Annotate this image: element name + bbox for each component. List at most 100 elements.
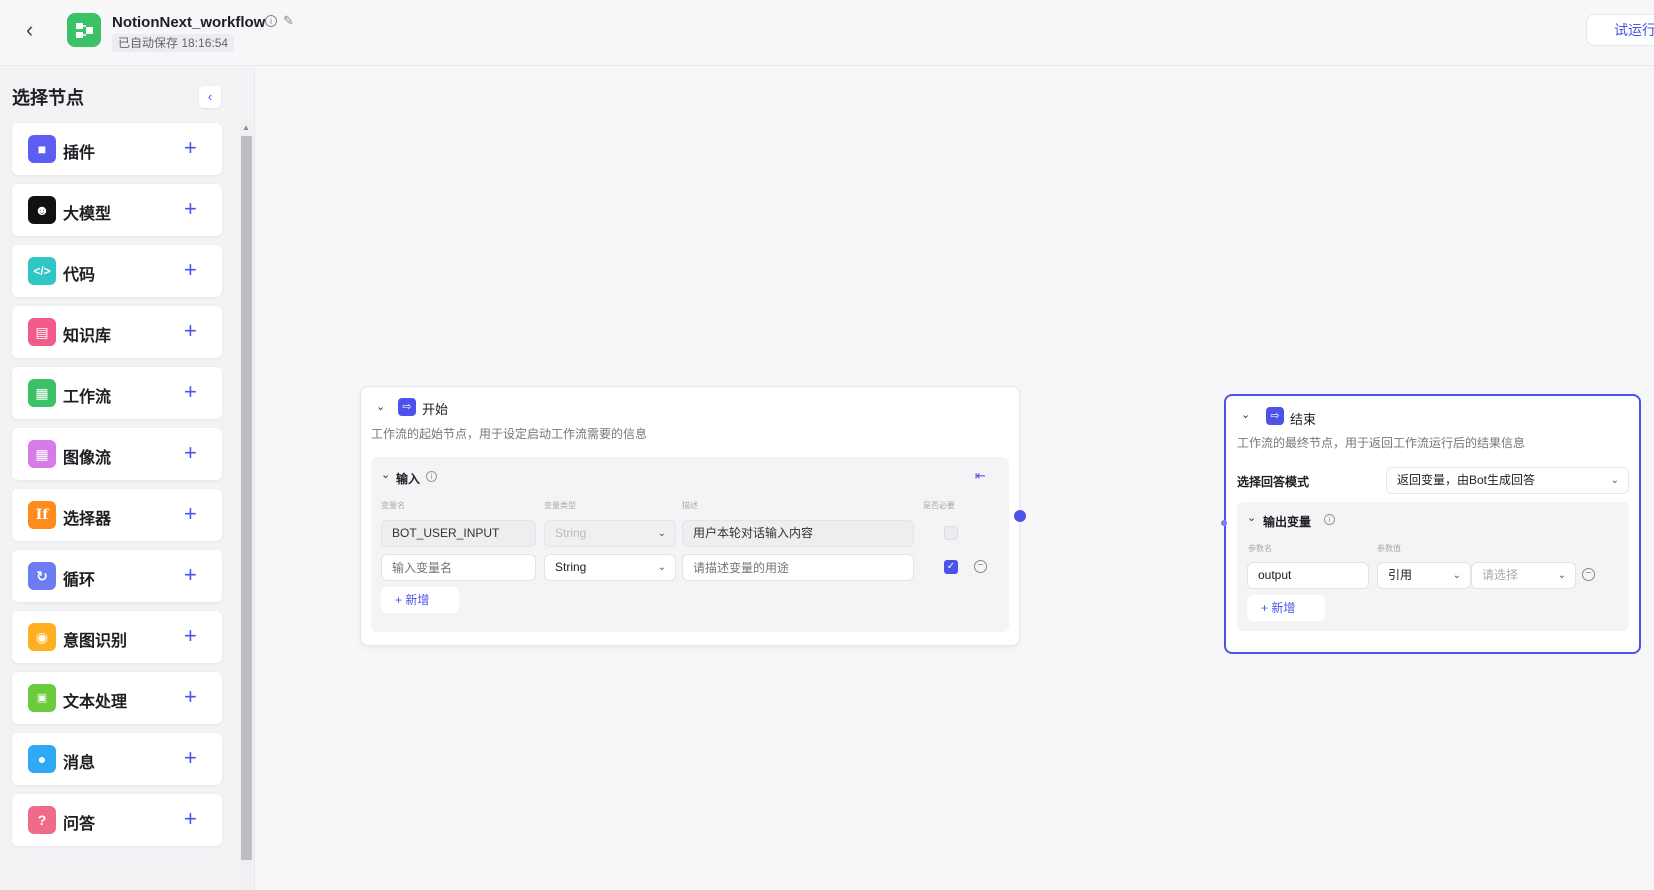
sidebar-item-selector[interactable]: If 选择器 + [12, 489, 222, 541]
variable-description-input[interactable] [682, 554, 914, 581]
sidebar-item-label: 插件 [63, 145, 96, 162]
intent-icon: ◉ [28, 623, 56, 651]
chevron-down-icon[interactable]: ⌄ [381, 468, 390, 481]
section-title: 输出变量 [1263, 515, 1312, 529]
chevron-down-icon: ⌄ [657, 528, 666, 539]
scroll-up-arrow-icon[interactable]: ▲ [242, 123, 250, 132]
sidebar-item-knowledge[interactable]: ▤ 知识库 + [12, 306, 222, 358]
edit-icon[interactable]: ✎ [283, 13, 294, 29]
remove-icon[interactable]: − [1582, 568, 1595, 581]
output-name-field[interactable]: output [1247, 562, 1369, 589]
chevron-down-icon: ⌄ [1610, 475, 1619, 486]
autosave-status: 已自动保存 18:16:54 [112, 34, 235, 52]
test-run-button[interactable]: 试运行 [1586, 14, 1654, 46]
sidebar-item-label: 工作流 [63, 389, 112, 406]
sidebar-item-label: 图像流 [63, 450, 112, 467]
sidebar-item-plugin[interactable]: ■ 插件 + [12, 123, 222, 175]
reference-type-select[interactable]: 引用 ⌄ [1377, 562, 1471, 589]
sidebar-item-label: 选择器 [63, 511, 112, 528]
text-process-icon: ▣ [28, 684, 56, 712]
chevron-down-icon[interactable]: ⌄ [1247, 511, 1256, 524]
sidebar-item-intent[interactable]: ◉ 意图识别 + [12, 611, 222, 663]
chevron-down-icon: ⌄ [1452, 570, 1461, 581]
start-output-port[interactable] [1014, 510, 1026, 522]
remove-icon[interactable]: − [974, 560, 987, 573]
node-selector-sidebar: 选择节点 ‹ ■ 插件 + ☻ 大模型 + </> 代码 + ▤ 知识库 + ▦… [0, 67, 255, 890]
add-icon[interactable]: + [184, 440, 197, 466]
sidebar-item-code[interactable]: </> 代码 + [12, 245, 222, 297]
sidebar-item-qa[interactable]: ? 问答 + [12, 794, 222, 846]
if-icon: If [28, 501, 56, 529]
chevron-down-icon[interactable]: ⌄ [1241, 408, 1250, 421]
select-placeholder: 请选择 [1482, 568, 1519, 582]
add-icon[interactable]: + [184, 562, 197, 588]
add-icon[interactable]: + [184, 501, 197, 527]
scroll-thumb[interactable] [241, 136, 252, 860]
chevron-down-icon[interactable]: ⌄ [376, 400, 385, 413]
add-icon[interactable]: + [184, 684, 197, 710]
variable-type-select[interactable]: String ⌄ [544, 554, 676, 581]
add-icon[interactable]: + [184, 257, 197, 283]
variable-name-input[interactable] [381, 554, 536, 581]
code-icon: </> [28, 257, 56, 285]
add-icon[interactable]: + [184, 318, 197, 344]
sidebar-item-label: 循环 [63, 572, 96, 589]
end-node[interactable]: ⌄ ⇨ 结束 工作流的最终节点，用于返回工作流运行后的结果信息 选择回答模式 返… [1224, 394, 1641, 654]
info-icon[interactable]: i [1324, 514, 1335, 525]
sidebar-item-label: 意图识别 [63, 633, 128, 650]
add-icon[interactable]: + [184, 623, 197, 649]
workflow-icon: ▦ [28, 379, 56, 407]
top-header: ‹ NotionNext_workflow i ✎ 已自动保存 18:16:54… [0, 0, 1654, 66]
add-icon[interactable]: + [184, 135, 197, 161]
add-icon[interactable]: + [184, 196, 197, 222]
answer-mode-select[interactable]: 返回变量，由Bot生成回答 ⌄ [1386, 467, 1629, 494]
add-icon[interactable]: + [184, 806, 197, 832]
sidebar-item-label: 文本处理 [63, 694, 128, 711]
section-title: 输入 [396, 472, 421, 486]
end-input-port[interactable] [1221, 520, 1227, 526]
add-icon[interactable]: + [184, 745, 197, 771]
sidebar-item-workflow[interactable]: ▦ 工作流 + [12, 367, 222, 419]
add-label: 新增 [1271, 601, 1296, 615]
input-section: ⌄ 输入 i ⇤ 变量名 变量类型 描述 是否必要 BOT_USER_INPUT… [371, 457, 1009, 632]
node-description: 工作流的起始节点，用于设定启动工作流需要的信息 [371, 427, 648, 441]
add-variable-button[interactable]: + 新增 [381, 587, 459, 613]
sidebar-item-label: 代码 [63, 267, 96, 284]
variable-type-select: String ⌄ [544, 520, 676, 547]
workflow-title: NotionNext_workflow [112, 14, 266, 31]
info-icon[interactable]: i [265, 15, 277, 27]
chevron-down-icon: ⌄ [1557, 570, 1566, 581]
import-icon[interactable]: ⇤ [975, 468, 986, 484]
variable-description-field: 用户本轮对话输入内容 [682, 520, 914, 547]
sidebar-item-message[interactable]: ● 消息 + [12, 733, 222, 785]
select-value: String [555, 526, 587, 540]
sidebar-item-text-process[interactable]: ▣ 文本处理 + [12, 672, 222, 724]
variable-name-field: BOT_USER_INPUT [381, 520, 536, 547]
add-output-button[interactable]: + 新增 [1247, 595, 1325, 621]
sidebar-item-llm[interactable]: ☻ 大模型 + [12, 184, 222, 236]
loop-icon: ↻ [28, 562, 56, 590]
sidebar-item-imageflow[interactable]: ▦ 图像流 + [12, 428, 222, 480]
sidebar-item-loop[interactable]: ↻ 循环 + [12, 550, 222, 602]
info-icon[interactable]: i [426, 471, 437, 482]
add-icon[interactable]: + [184, 379, 197, 405]
sidebar-item-label: 消息 [63, 755, 96, 772]
select-value: 引用 [1388, 568, 1413, 582]
sidebar-item-label: 知识库 [63, 328, 112, 345]
back-arrow-icon[interactable]: ‹ [26, 19, 48, 41]
node-description: 工作流的最终节点，用于返回工作流运行后的结果信息 [1237, 436, 1526, 450]
end-icon: ⇨ [1266, 407, 1284, 425]
collapse-sidebar-button[interactable]: ‹ [199, 86, 221, 108]
add-label: 新增 [405, 593, 430, 607]
reference-value-select[interactable]: 请选择 ⌄ [1471, 562, 1576, 589]
qa-icon: ? [28, 806, 56, 834]
required-checkbox [944, 526, 958, 540]
start-node[interactable]: ⌄ ⇨ 开始 工作流的起始节点，用于设定启动工作流需要的信息 ⌄ 输入 i ⇤ … [360, 386, 1020, 646]
sidebar-scrollbar[interactable]: ▲ [240, 122, 253, 890]
workflow-app-icon [67, 13, 101, 47]
chevron-down-icon: ⌄ [657, 562, 666, 573]
required-checkbox[interactable]: ✓ [944, 560, 958, 574]
output-section: ⌄ 输出变量 i 参数名 参数值 output 引用 ⌄ 请选择 ⌄ − + 新增 [1237, 502, 1629, 631]
select-value: 返回变量，由Bot生成回答 [1397, 473, 1536, 487]
node-title: 开始 [422, 402, 449, 417]
